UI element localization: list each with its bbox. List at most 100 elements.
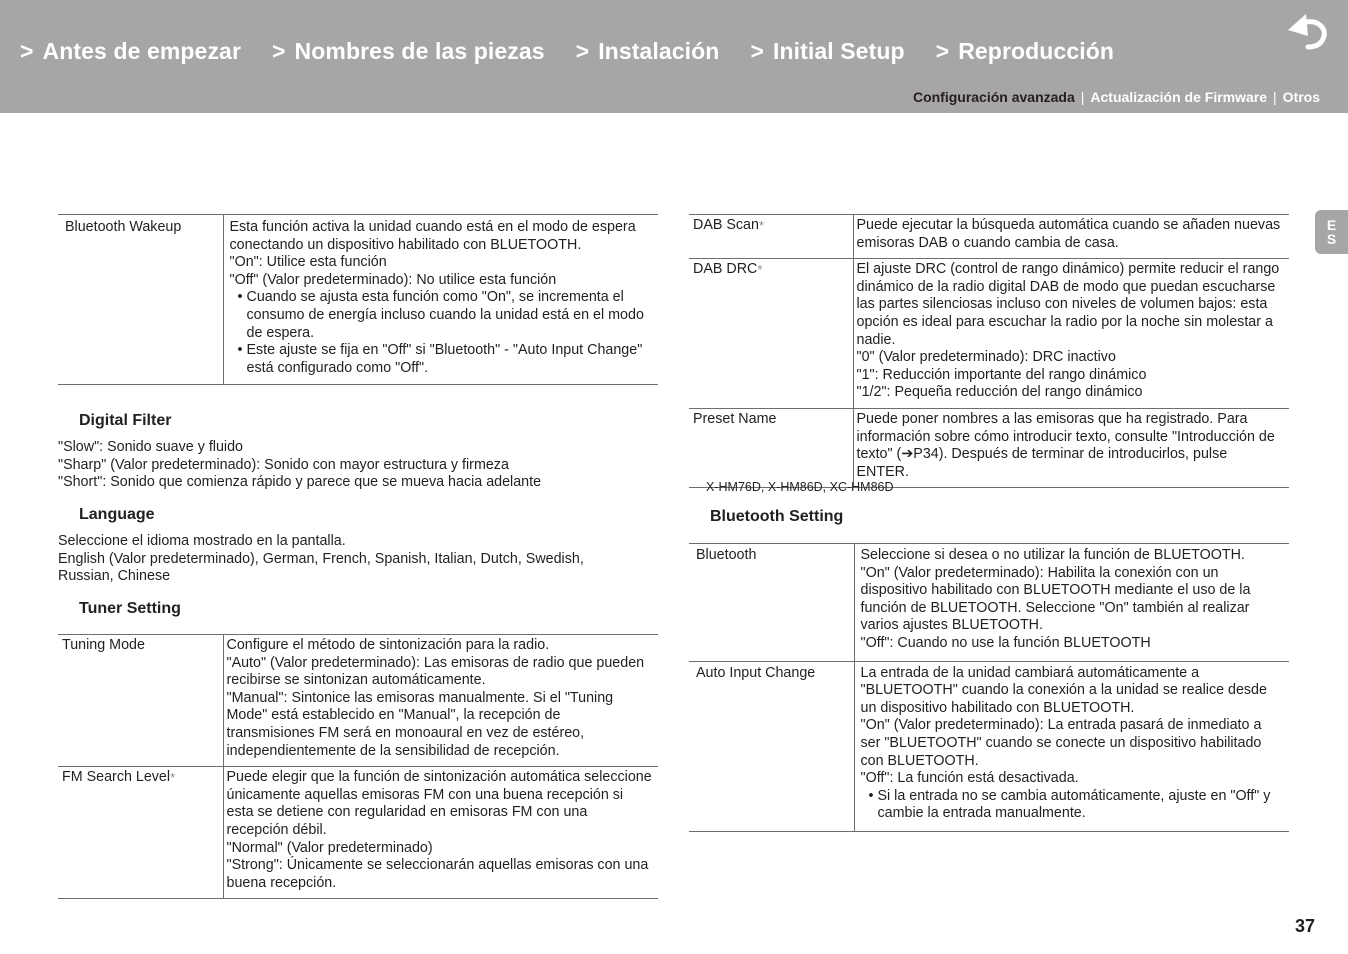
setting-description: La entrada de la unidad cambiará automát… [854, 660, 1289, 832]
table-row: Bluetooth Seleccione si desea o no utili… [689, 543, 1289, 662]
back-button[interactable] [1286, 14, 1330, 50]
desc-line: "1/2": Pequeña reducción del rango dinám… [856, 384, 1143, 401]
language-text: Seleccione el idioma mostrado en la pant… [58, 533, 584, 586]
desc-line: "Manual": Sintonice las emisoras manualm… [226, 689, 614, 759]
asterisk-mark: * [757, 262, 763, 278]
setting-key: Bluetooth [689, 543, 855, 662]
bullet-list: Cuando se ajusta esta función como "On",… [230, 289, 653, 377]
setting-key: Bluetooth Wakeup [58, 214, 224, 385]
subnav-otros[interactable]: Otros [1283, 89, 1320, 105]
model-footnote: X-HM76D, X-HM86D, XC-HM86D [706, 480, 894, 494]
bullet-item: Cuando se ajusta esta función como "On",… [234, 289, 653, 342]
table-row: Bluetooth Wakeup Esta función activa la … [58, 214, 658, 385]
desc-line: "Off" (Valor predeterminado): No utilice… [229, 271, 557, 288]
setting-key: FM Search Level* [58, 766, 224, 900]
setting-description: Seleccione si desea o no utilizar la fun… [854, 543, 1289, 662]
nav-label: Instalación [598, 38, 720, 64]
asterisk-mark: * [170, 770, 176, 786]
nav-reproduccion[interactable]: > Reproducción [936, 38, 1114, 65]
nav-chevron: > [935, 38, 950, 64]
text-line: "Short": Sonido que comienza rápido y pa… [58, 474, 542, 491]
desc-line: La entrada de la unidad cambiará automát… [860, 664, 1267, 716]
section-title-bluetooth-setting: Bluetooth Setting [710, 508, 844, 525]
table-row: FM Search Level* Puede elegir que la fun… [58, 766, 658, 900]
nav-label: Antes de empezar [42, 38, 241, 64]
table-row: Auto Input Change La entrada de la unida… [689, 660, 1289, 832]
lang-tab-letter: E [1326, 217, 1337, 233]
setting-key: Tuning Mode [58, 633, 224, 768]
nav-chevron: > [750, 38, 764, 64]
nav-label: Nombres de las piezas [294, 38, 545, 64]
setting-key-label: FM Search Level [62, 769, 171, 786]
nav-antes-de-empezar[interactable]: > Antes de empezar [20, 38, 241, 65]
language-tab-es[interactable]: E S [1315, 210, 1348, 254]
desc-line: Puede elegir que la función de sintoniza… [226, 769, 652, 838]
desc-line: Esta función activa la unidad cuando est… [229, 219, 636, 253]
bullet-list: Si la entrada no se cambia automáticamen… [861, 788, 1284, 823]
desc-line: "Off": Cuando no use la función BLUETOOT… [860, 634, 1151, 651]
text-line: English (Valor predeterminado), German, … [58, 550, 584, 567]
nav-instalacion[interactable]: > Instalación [576, 38, 720, 65]
desc-line: "Strong": Únicamente se seleccionarán aq… [226, 857, 649, 891]
nav-chevron: > [272, 38, 286, 64]
desc-line: Puede poner nombres a las emisoras que h… [856, 410, 1275, 480]
desc-line: "1": Reducción importante del rango diná… [856, 366, 1147, 383]
text-line: Seleccione el idioma mostrado en la pant… [58, 533, 346, 549]
text-line: "Sharp" (Valor predeterminado): Sonido c… [58, 456, 509, 473]
table-row: DAB Scan* Puede ejecutar la búsqueda aut… [689, 213, 1289, 260]
setting-key: DAB Scan* [689, 213, 854, 260]
return-arrow-icon [1288, 14, 1327, 50]
page-number: 37 [1295, 916, 1316, 936]
nav-label: Reproducción [958, 38, 1115, 64]
desc-line: Puede ejecutar la búsqueda automática cu… [856, 217, 1281, 251]
nav-label: Initial Setup [772, 38, 905, 64]
text-line: Russian, Chinese [58, 568, 171, 585]
desc-line: "Off": La función está desactivada. [860, 770, 1079, 787]
desc-line: Seleccione si desea o no utilizar la fun… [860, 547, 1245, 563]
sub-nav: Configuración avanzada | Actualización de … [913, 89, 1320, 105]
desc-line: "On" (Valor predeterminado): Habilita la… [860, 564, 1251, 634]
desc-line: "On" (Valor predeterminado): La entrada … [860, 717, 1262, 769]
desc-line: "0" (Valor predeterminado): DRC inactivo [856, 349, 1116, 366]
header-bar: > Antes de empezar > Nombres de las piezas… [0, 0, 1348, 113]
setting-key-label: DAB Scan [693, 217, 759, 233]
desc-line: "On": Utilice esta función [229, 254, 387, 271]
setting-key: Preset Name [689, 407, 854, 489]
tuner-setting-table: Tuning Mode Configure el método de sinto… [58, 633, 658, 900]
bullet-item: Si la entrada no se cambia automáticamen… [865, 788, 1284, 823]
setting-description: Puede poner nombres a las emisoras que h… [853, 407, 1289, 489]
nav-chevron: > [575, 38, 590, 64]
asterisk-mark: * [758, 218, 765, 233]
setting-description: El ajuste DRC (control de rango dinámico… [853, 258, 1289, 409]
subnav-configuracion-avanzada[interactable]: Configuración avanzada [913, 89, 1075, 105]
setting-key: DAB DRC* [689, 258, 854, 409]
desc-line: El ajuste DRC (control de rango dinámico… [856, 261, 1280, 348]
desc-line: "Auto" (Valor predeterminado): Las emiso… [226, 654, 645, 689]
bullet-item: Este ajuste se fija en "Off" si "Bluetoo… [234, 342, 653, 377]
setting-description: Esta función activa la unidad cuando est… [223, 214, 658, 385]
section-title-language: Language [79, 506, 155, 523]
digital-filter-text: "Slow": Sonido suave y fluido "Sharp" (V… [58, 439, 541, 492]
section-title-tuner-setting: Tuner Setting [79, 600, 181, 617]
setting-description: Puede elegir que la función de sintoniza… [223, 766, 658, 900]
nav-initial-setup[interactable]: > Initial Setup [750, 38, 904, 65]
setting-description: Puede ejecutar la búsqueda automática cu… [853, 213, 1289, 260]
table-row: Tuning Mode Configure el método de sinto… [58, 633, 658, 768]
setting-description: Configure el método de sintonización par… [223, 633, 658, 768]
bluetooth-wakeup-table: Bluetooth Wakeup Esta función activa la … [58, 214, 658, 385]
nav-chevron: > [20, 38, 34, 64]
dab-table: DAB Scan* Puede ejecutar la búsqueda aut… [689, 213, 1289, 489]
subnav-separator: | [1080, 89, 1085, 105]
text-line: "Slow": Sonido suave y fluido [58, 439, 243, 455]
setting-key: Auto Input Change [689, 660, 855, 832]
nav-nombres-de-las-piezas[interactable]: > Nombres de las piezas [272, 38, 545, 65]
section-title-digital-filter: Digital Filter [79, 412, 172, 429]
main-nav: > Antes de empezar > Nombres de las piezas… [20, 38, 1145, 65]
subnav-separator: | [1273, 89, 1277, 105]
desc-line: Configure el método de sintonización par… [226, 637, 550, 653]
desc-line: "Normal" (Valor predeterminado) [226, 839, 433, 856]
table-row: Preset Name Puede poner nombres a las em… [689, 407, 1289, 489]
subnav-actualizacion-firmware[interactable]: Actualización de Firmware [1090, 89, 1267, 105]
lang-tab-letter: S [1326, 231, 1337, 247]
setting-key-label: DAB DRC [693, 261, 758, 278]
